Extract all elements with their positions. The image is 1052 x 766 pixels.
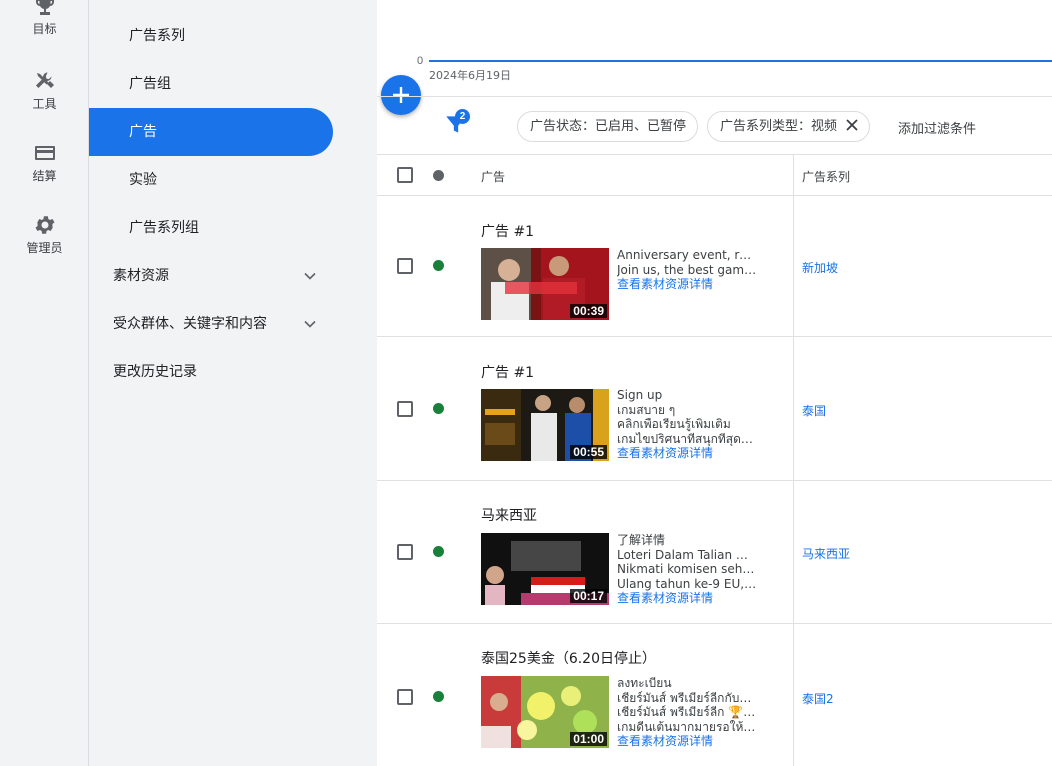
ad-text-line: เกมดีนเต้นมากมายรอให้คุ... — [617, 719, 757, 734]
video-duration: 00:39 — [570, 304, 607, 318]
status-enabled-dot[interactable] — [433, 403, 444, 414]
column-header-ad[interactable]: 广告 — [481, 168, 505, 185]
row-checkbox[interactable] — [397, 544, 413, 560]
select-all-checkbox[interactable] — [397, 167, 413, 183]
nav-item-campaigns[interactable]: 广告系列 — [89, 12, 333, 60]
secondary-nav: 广告系列 广告组 广告 实验 广告系列组 素材资源 受众群体、关键字和内容 更改… — [89, 0, 377, 766]
table-header: 广告 广告系列 — [377, 154, 1052, 196]
ad-text-line: คลิกเพื่อเรียนรู้เพิ่มเติม — [617, 417, 731, 431]
rail-item-tools[interactable]: 工具 — [0, 69, 89, 112]
performance-chart: 0 2024年6月19日 — [377, 0, 1052, 96]
rail-label: 工具 — [32, 97, 57, 111]
ad-name: 泰国25美金（6.20日停止） — [481, 651, 656, 667]
nav-item-assets[interactable]: 素材资源 — [89, 252, 333, 300]
ad-name: 广告 #1 — [481, 365, 535, 381]
close-icon[interactable] — [845, 118, 859, 132]
view-asset-details-link[interactable]: 查看素材资源详情 — [617, 277, 757, 292]
main-content: 0 2024年6月19日 2 广告状态：已启用、已暂停 广告系列类型：视频 添加… — [377, 0, 1052, 766]
filter-chip-label: 广告系列类型：视频 — [720, 119, 838, 134]
ad-text-lines: 了解详情 Loteri Dalam Talian Mal... Nikmati … — [617, 533, 757, 606]
rail-item-admin[interactable]: 管理员 — [0, 213, 89, 256]
status-enabled-dot[interactable] — [433, 691, 444, 702]
nav-item-change-history[interactable]: 更改历史记录 — [89, 348, 333, 396]
ad-text-line: Loteri Dalam Talian Mal... — [617, 547, 757, 562]
ad-text-line: Nikmati komisen sehin... — [617, 562, 757, 576]
table-row: 广告 #1 00:55 Sign up เกมสบาย ๆ คลิกเพื่อเ… — [377, 337, 1052, 481]
ad-text-line: ลงทะเบียน — [617, 676, 672, 690]
ad-name: 马来西亚 — [481, 508, 537, 524]
trophy-icon — [35, 0, 54, 15]
ad-name: 广告 #1 — [481, 224, 535, 240]
nav-item-audiences[interactable]: 受众群体、关键字和内容 — [89, 300, 333, 348]
ad-text-line: เชียร์มันส์ พรีเมียร์ลีกกับ7... — [617, 690, 757, 705]
ad-text-line: Anniversary event, regis... — [617, 248, 757, 262]
view-asset-details-link[interactable]: 查看素材资源详情 — [617, 446, 757, 461]
gear-icon — [35, 216, 54, 234]
chart-series-line — [429, 60, 1052, 62]
status-enabled-dot[interactable] — [433, 260, 444, 271]
ad-text-line: 了解详情 — [617, 533, 666, 547]
nav-item-campaign-groups[interactable]: 广告系列组 — [89, 204, 333, 252]
ad-text-lines: ลงทะเบียน เชียร์มันส์ พรีเมียร์ลีกกับ7..… — [617, 676, 757, 749]
nav-item-label: 素材资源 — [113, 268, 169, 284]
status-header-dot[interactable] — [433, 170, 444, 181]
rail-label: 管理员 — [26, 241, 63, 255]
nav-item-label: 受众群体、关键字和内容 — [113, 316, 267, 332]
row-checkbox[interactable] — [397, 258, 413, 274]
credit-card-icon — [34, 146, 55, 160]
filter-chip-status[interactable]: 广告状态：已启用、已暂停 — [517, 111, 698, 142]
left-rail: 目标 工具 结算 管理员 — [0, 0, 89, 766]
video-thumbnail[interactable]: 01:00 — [481, 676, 609, 748]
view-asset-details-link[interactable]: 查看素材资源详情 — [617, 734, 757, 749]
chevron-down-icon — [304, 320, 316, 328]
campaign-link[interactable]: 马来西亚 — [802, 545, 850, 562]
campaign-link[interactable]: 新加坡 — [802, 259, 838, 276]
campaign-link[interactable]: 泰国2 — [802, 690, 834, 707]
table-row: 泰国25美金（6.20日停止） 01:00 ลงทะเบียน เชียร์มั… — [377, 624, 1052, 766]
rail-item-goals[interactable]: 目标 — [0, 0, 89, 37]
filter-count-badge: 2 — [455, 109, 470, 124]
chart-y-zero: 0 — [417, 55, 424, 67]
video-thumbnail[interactable]: 00:55 — [481, 389, 609, 461]
video-thumbnail[interactable]: 00:17 — [481, 533, 609, 605]
video-duration: 00:55 — [570, 445, 607, 459]
filter-chip-campaign-type[interactable]: 广告系列类型：视频 — [707, 111, 870, 142]
rail-item-billing[interactable]: 结算 — [0, 141, 89, 184]
column-header-campaign[interactable]: 广告系列 — [802, 168, 850, 185]
table-row: 马来西亚 00:17 了解详情 Loteri Dalam Talian Mal.… — [377, 481, 1052, 624]
ad-text-lines: Sign up เกมสบาย ๆ คลิกเพื่อเรียนรู้เพิ่ม… — [617, 388, 757, 461]
ad-text-line: Ulang tahun ke-9 EU, da... — [617, 576, 757, 591]
chevron-down-icon — [304, 272, 316, 280]
status-enabled-dot[interactable] — [433, 546, 444, 557]
ad-text-line: เชียร์มันส์ พรีเมียร์ลีก 🏆 กั... — [617, 705, 757, 719]
table-row: 广告 #1 00:39 Anniversary event, regis... … — [377, 196, 1052, 337]
ad-text-line: Sign up — [617, 388, 663, 402]
rail-label: 目标 — [32, 22, 57, 36]
video-duration: 00:17 — [570, 589, 607, 603]
nav-item-experiments[interactable]: 实验 — [89, 156, 333, 204]
rail-label: 结算 — [32, 169, 57, 183]
chart-date-label: 2024年6月19日 — [429, 69, 511, 82]
campaign-link[interactable]: 泰国 — [802, 402, 826, 419]
nav-item-ad-groups[interactable]: 广告组 — [89, 60, 333, 108]
video-duration: 01:00 — [570, 732, 607, 746]
row-checkbox[interactable] — [397, 401, 413, 417]
ad-text-line: เกมสบาย ๆ — [617, 402, 676, 417]
view-asset-details-link[interactable]: 查看素材资源详情 — [617, 591, 757, 606]
ad-text-line: Join us, the best games... — [617, 262, 757, 277]
ad-text-lines: Anniversary event, regis... Join us, the… — [617, 248, 757, 292]
nav-item-ads[interactable]: 广告 — [89, 108, 333, 156]
filter-chip-label: 广告状态：已启用、已暂停 — [530, 119, 687, 134]
filter-bar: 2 广告状态：已启用、已暂停 广告系列类型：视频 添加过滤条件 — [377, 96, 1052, 154]
video-thumbnail[interactable]: 00:39 — [481, 248, 609, 320]
ad-text-line: เกมไขปริศนาที่สนุกที่สุดใ... — [617, 431, 757, 446]
add-filter-button[interactable]: 添加过滤条件 — [898, 118, 976, 137]
row-checkbox[interactable] — [397, 689, 413, 705]
tools-icon — [35, 72, 54, 88]
